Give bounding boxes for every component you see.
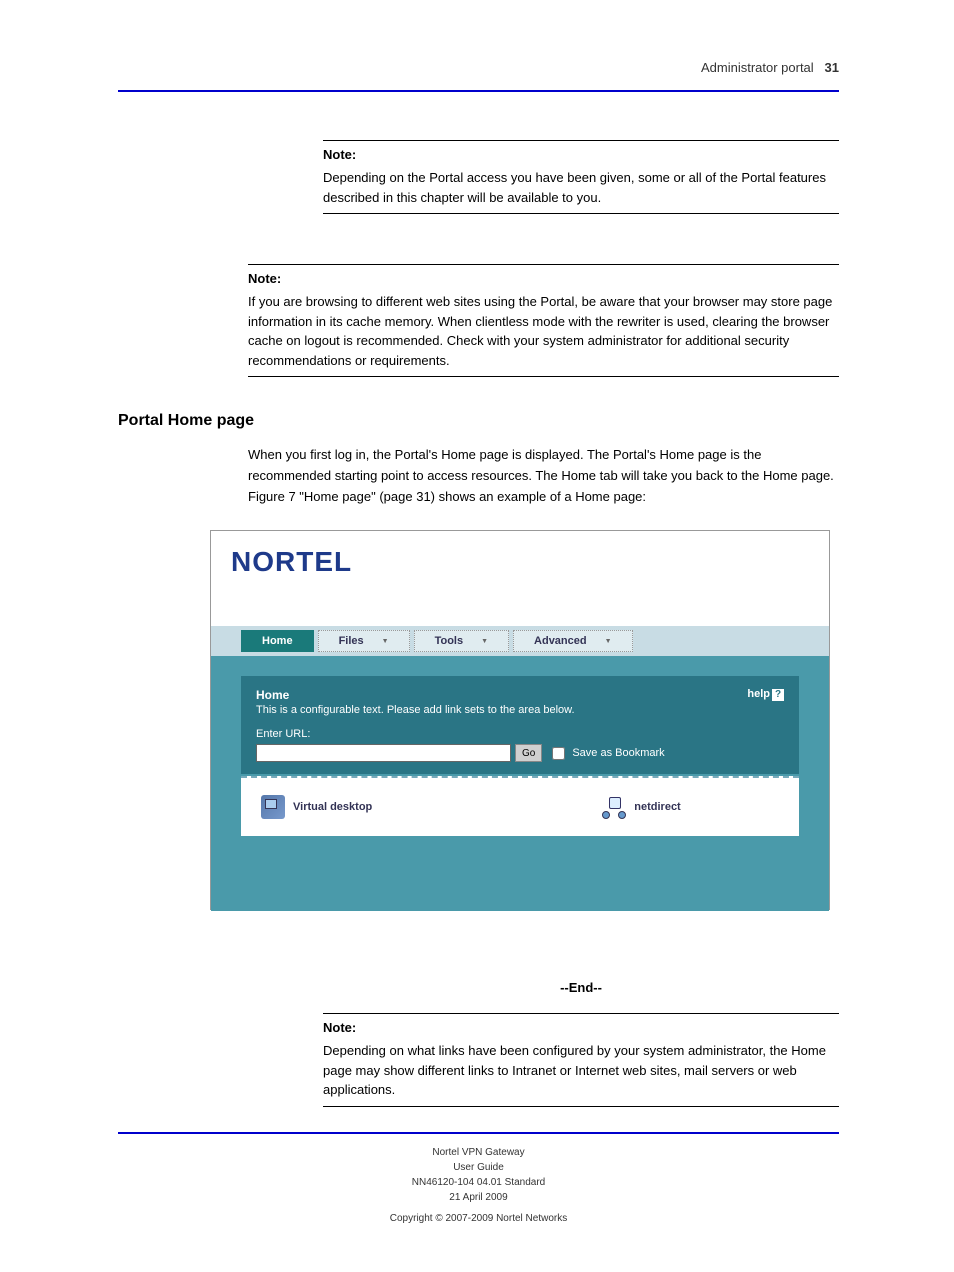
note-label: Note: [323,1020,839,1035]
url-input[interactable] [256,744,511,762]
bookmark-label: Save as Bookmark [572,747,664,759]
note-label: Note: [248,271,839,286]
footer-rule [118,1132,839,1134]
footer-line4: 21 April 2009 [118,1190,839,1205]
portal-screenshot: NORTEL Home Files Tools Advanced help? H… [210,530,830,910]
link-virtual-desktop[interactable]: Virtual desktop [261,795,372,819]
section-heading: Portal Home page [118,412,839,430]
link-netdirect[interactable]: netdirect [602,795,680,819]
help-link[interactable]: help? [747,688,784,701]
note-block-2: Note: If you are browsing to different w… [248,264,839,377]
footer-line1: Nortel VPN Gateway [118,1145,839,1160]
footer-line3: NN46120-104 04.01 Standard [118,1175,839,1190]
nortel-logo: NORTEL [231,546,829,578]
links-panel: Virtual desktop netdirect [241,776,799,836]
tab-home[interactable]: Home [241,630,314,652]
note-text: Depending on what links have been config… [323,1041,839,1100]
footer-line5: Copyright © 2007-2009 Nortel Networks [118,1211,839,1226]
note-block-3: --End-- Note: Depending on what links ha… [323,960,839,1112]
footer-line2: User Guide [118,1160,839,1175]
header-section-title: Administrator portal [701,60,814,75]
tab-tools[interactable]: Tools [414,630,509,652]
header-rule [118,90,839,92]
virtual-desktop-icon [261,795,285,819]
home-panel: help? Home This is a configurable text. … [241,676,799,774]
note-text: Depending on the Portal access you have … [323,168,839,207]
go-button[interactable]: Go [515,744,542,762]
home-panel-desc: This is a configurable text. Please add … [256,704,784,716]
url-label: Enter URL: [256,728,784,740]
tab-files[interactable]: Files [318,630,410,652]
paragraph-text: When you first log in, the Portal's Home… [248,445,839,507]
page-header: Administrator portal 31 [118,60,839,75]
doc-footer: Nortel VPN Gateway User Guide NN46120-10… [118,1145,839,1226]
end-marker: --End-- [323,980,839,995]
portal-nav: Home Files Tools Advanced [211,626,829,656]
note-text: If you are browsing to different web sit… [248,292,839,370]
bookmark-checkbox[interactable] [552,747,565,760]
home-panel-title: Home [256,688,784,702]
header-page-number: 31 [825,60,839,75]
help-icon: ? [772,689,784,701]
portal-logo-area: NORTEL [211,531,829,626]
note-block-1: Note: Depending on the Portal access you… [323,140,839,214]
tab-advanced[interactable]: Advanced [513,630,633,652]
netdirect-icon [602,795,626,819]
portal-body: help? Home This is a configurable text. … [211,656,829,911]
note-label: Note: [323,147,839,162]
